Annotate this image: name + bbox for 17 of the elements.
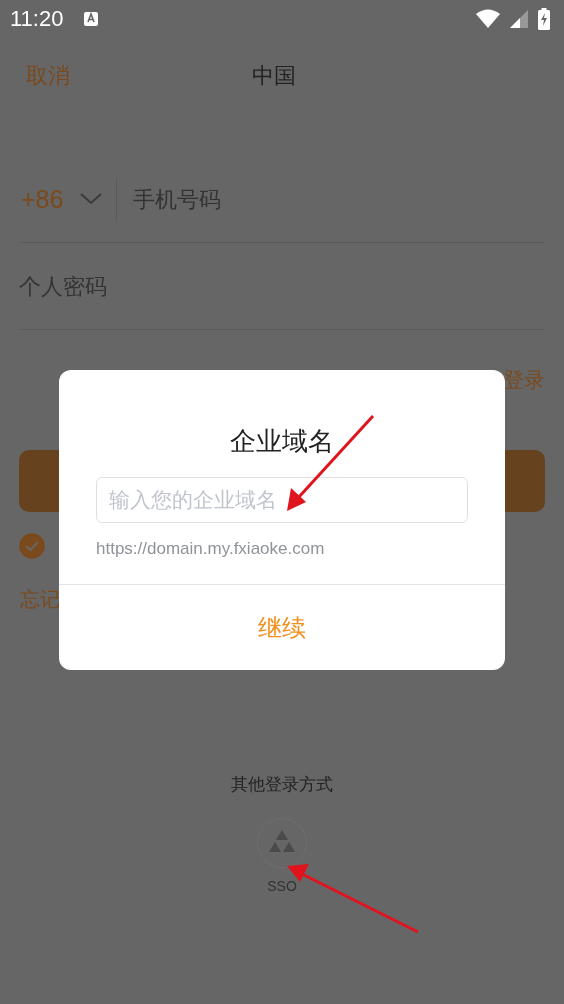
status-time: 11:20 [10, 6, 64, 32]
wifi-icon [476, 9, 500, 29]
domain-field[interactable]: 输入您的企业域名 [96, 477, 468, 523]
continue-button[interactable]: 继续 [258, 611, 306, 644]
keyboard-notification-icon [83, 11, 100, 27]
login-link[interactable]: 登录 [503, 366, 545, 394]
country-code-selector[interactable]: +86 [19, 184, 67, 214]
dialog-title: 企业域名 [230, 425, 334, 458]
chevron-down-icon[interactable] [80, 193, 103, 205]
domain-hint: https://domain.my.fxiaoke.com [96, 539, 325, 559]
signal-icon [510, 10, 528, 28]
agreement-checkbox[interactable] [19, 533, 45, 559]
cancel-button[interactable]: 取消 [26, 61, 70, 91]
other-login-label: 其他登录方式 [231, 773, 333, 796]
battery-icon [538, 8, 550, 30]
forgot-password-link[interactable]: 忘记 [20, 587, 60, 611]
page-title: 中国 [252, 62, 296, 90]
